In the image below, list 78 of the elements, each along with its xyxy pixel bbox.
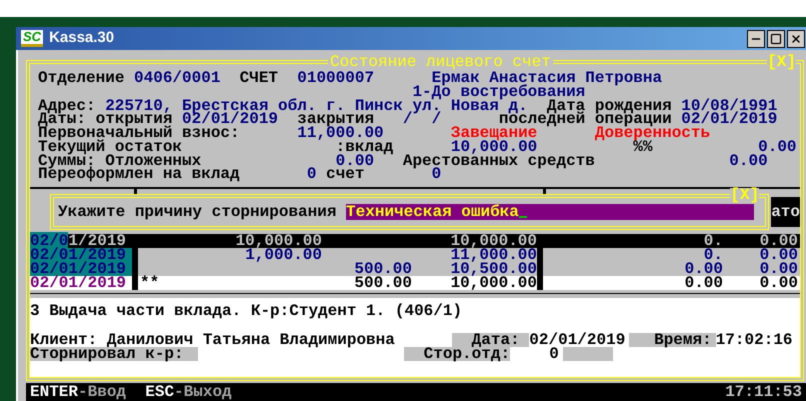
empty-field — [562, 347, 613, 361]
table-cell-text: 0.00 — [684, 276, 723, 290]
table-cell-text: ** — [139, 276, 160, 290]
app-logo: SC — [21, 30, 44, 47]
date-cell: 02/01/2019 — [30, 262, 132, 276]
table-cell-text: 10,500.00 — [450, 262, 537, 276]
window-title: Kassa.30 — [49, 28, 114, 48]
table-cell-text: 11,000.00 — [450, 248, 537, 262]
field-label: %% — [633, 140, 652, 154]
field-value: 10,000.00 — [450, 140, 538, 154]
field-label: Переоформлен на вклад — [38, 168, 241, 182]
table-cell-text: 500.00 — [353, 276, 412, 290]
flag-label: Доверенность — [594, 127, 710, 141]
field-value: 02/01/2019 — [182, 113, 278, 127]
field-value: 0.00 — [336, 154, 374, 168]
field-label: Текущий остаток — [38, 140, 182, 154]
field-value: 11,000.00 — [297, 127, 385, 141]
client-label: Клиент: — [30, 333, 98, 347]
field-value: 0 — [432, 168, 442, 182]
field-label: Дата рождения — [546, 100, 673, 114]
client-name: Данилович Татьяна Владимировна — [106, 333, 396, 347]
table-cell-text: 0.00 — [758, 262, 799, 276]
field-label: Первоначальный взнос: — [38, 127, 241, 141]
table-cell-text: 10,000.00 — [450, 276, 537, 290]
maximize-icon — [770, 32, 782, 44]
date-label: Дата: — [452, 333, 530, 347]
field-label: :вклад — [336, 140, 394, 154]
operation-row[interactable]: 02/01/2019 1,000.00 11,000.00 0. 0.00 — [30, 248, 800, 262]
table-cell-text: 10,000.00 — [450, 234, 537, 248]
table-cell-text: 0.00 — [758, 276, 799, 290]
table-cell-text: 0.00 — [684, 262, 723, 276]
table-cell-text: 0.00 — [758, 248, 799, 262]
field-label: Адрес: — [38, 100, 96, 114]
date-cell: 02/01/2019 — [30, 248, 132, 262]
field-label: последней операции — [498, 113, 672, 127]
operation-row[interactable]: 02/01/2019 500.00 10,500.00 0.00 0.00 — [30, 262, 800, 276]
date-value: 02/01/2019 — [529, 333, 626, 347]
reason-input-field[interactable]: Техническая ошибка — [346, 204, 754, 220]
field-label: Арестованных средств — [402, 154, 595, 168]
field-value: 1-До востребования — [412, 86, 586, 100]
table-cell-text: 0. — [704, 248, 723, 262]
key-hint: ESC-Выход — [145, 384, 232, 400]
field-value: 02/01/2019 — [681, 113, 778, 127]
table-cell-text: 0. — [702, 234, 723, 248]
operation-row[interactable]: 02/01/2019 ** 500.00 10,000.00 0.00 0.00 — [30, 276, 800, 290]
operation-description: 3 Выдача части вклада. К-р:Студент 1. (406/1) — [30, 304, 464, 318]
field-value: 0.00 — [758, 140, 797, 154]
panel-title: Состояние лицевого счет — [328, 55, 553, 69]
field-label: СЧЕТ — [240, 72, 280, 86]
field-value: 0.00 — [728, 154, 768, 168]
minimize-button[interactable] — [747, 30, 765, 48]
table-cell-text: 1,000.00 — [245, 248, 322, 262]
field-label: Отделение — [38, 72, 126, 86]
obscured-text: ато — [771, 196, 800, 226]
flag-label: Завещание — [450, 127, 538, 141]
field-value: 0 — [306, 168, 318, 182]
table-cell-text: 10,000.00 — [234, 234, 322, 248]
operation-row[interactable]: 02/01/2019 10,000.00 10,000.00 0. 0.00 — [30, 234, 800, 248]
clock-time: 17:11:53 — [725, 384, 802, 400]
time-label: Время: — [629, 333, 716, 347]
field-label: счет — [326, 168, 364, 182]
reason-prompt: Укажите причину сторнирования — [58, 204, 336, 218]
maximize-button[interactable] — [767, 30, 785, 48]
close-icon — [790, 32, 802, 44]
field-label: Суммы: Отложенных — [38, 154, 202, 168]
field-label: Даты: открытия — [38, 113, 174, 127]
reversed-by-label: Сторнировал к-р: — [30, 347, 198, 361]
field-value: 01000007 — [297, 72, 376, 86]
table-cell-text: 0.00 — [758, 234, 799, 248]
field-value: 0406/0001 — [134, 72, 222, 86]
field-label: закрытия — [297, 113, 374, 127]
key-hint: ENTER-Ввод — [30, 384, 126, 400]
table-cell-text: 500.00 — [353, 262, 412, 276]
reversal-branch-label: Стор.отд: — [404, 347, 510, 361]
reversal-branch-value: 0 — [548, 347, 560, 361]
time-value: 17:02:16 — [716, 333, 793, 347]
field-value: / / — [402, 113, 442, 127]
close-button[interactable] — [787, 30, 805, 48]
